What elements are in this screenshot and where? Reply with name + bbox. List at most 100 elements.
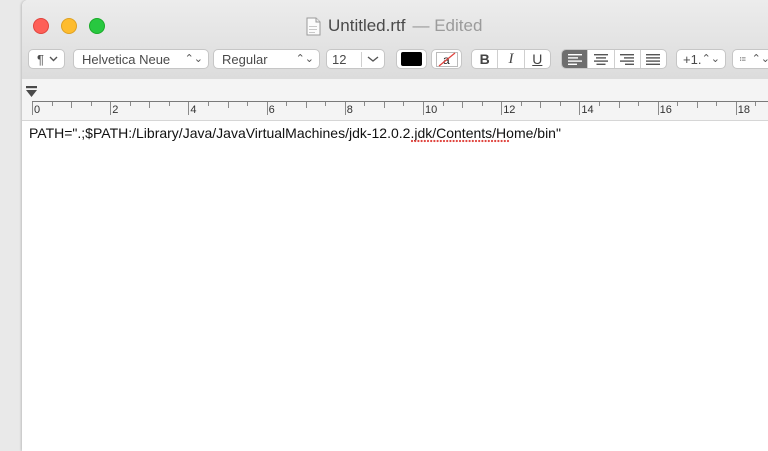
font-size-combobox[interactable]: 12 [326,49,385,69]
updown-chevron-icon: ⌃⌄ [701,52,720,65]
ruler-tick [598,102,600,106]
spelling-dot [449,139,452,143]
ruler-tick [325,102,327,106]
align-justify-button[interactable] [641,50,666,68]
spelling-dot [423,139,426,143]
close-button[interactable] [33,18,49,34]
align-center-button[interactable] [588,50,615,68]
line-spacing-label: +1... [683,51,702,67]
spelling-dot [439,139,442,143]
paragraph-style-popup[interactable]: ¶ [28,49,65,69]
ruler-tick [755,102,757,106]
ruler[interactable]: 0 2 4 6 8 10 12 14 16 18 [22,79,768,121]
titlebar-toolbar: Untitled.rtf — Edited ¶ Helvetica Neue ⌃… [22,0,768,79]
ruler-tick [207,102,209,106]
spelling-dot [478,139,481,143]
list-bullets-icon [740,56,746,62]
ruler-tick [149,102,151,108]
alignment-buttons [561,49,667,69]
spelling-dot [474,139,478,143]
text-style-buttons: B I U [471,49,551,69]
font-typeface-popup[interactable]: Regular ⌃⌄ [213,49,320,69]
spelling-dot [500,139,503,143]
ruler-tick [716,102,718,106]
spelling-dot [417,139,420,143]
textedit-window: Untitled.rtf — Edited ¶ Helvetica Neue ⌃… [22,0,768,451]
spelling-dot [455,139,458,143]
spelling-dot [503,139,506,143]
no-background-color-icon: a [435,51,458,67]
indent-marker-icon[interactable] [25,85,39,99]
italic-button[interactable]: I [498,50,525,68]
bold-button[interactable]: B [472,50,499,68]
ruler-label: 0 [34,104,41,116]
ruler-label: 16 [659,104,672,116]
spelling-dot [487,139,490,143]
spelling-dot [442,139,446,143]
ruler-tick [442,102,444,106]
spelling-dot [484,139,487,143]
spelling-dot [446,139,449,143]
ruler-label: 4 [190,104,197,116]
updown-chevron-icon: ⌃⌄ [295,52,314,65]
line-spacing-popup[interactable]: +1... ⌃⌄ [676,49,726,69]
spelling-dot [452,139,455,143]
spelling-dot [458,139,462,143]
ruler-tick [129,102,131,106]
ruler-tick [696,102,698,108]
ruler-tick [266,102,268,115]
ruler-label: 18 [737,104,751,116]
font-family-label: Helvetica Neue [82,51,171,67]
spelling-dot [490,139,494,143]
ruler-tick [344,102,346,115]
ruler-tick [364,102,366,106]
ruler-label: 8 [346,104,353,116]
font-size-value: 12 [327,51,362,67]
spelling-dot [414,139,417,143]
document-area[interactable]: PATH=".;$PATH:/Library/Java/JavaVirtualM… [22,121,768,451]
ruler-tick [423,102,424,115]
spelling-dot [465,139,468,143]
ruler-tick [286,102,288,106]
spelling-underline [411,139,510,143]
updown-chevron-icon: ⌃⌄ [184,52,203,65]
ruler-tick [227,102,229,108]
document-icon [306,17,321,35]
ruler-label: 10 [425,104,438,116]
ruler-tick [71,102,73,108]
spelling-dot [420,139,423,143]
ruler-tick [247,102,249,106]
window-title-filename: Untitled.rtf [328,16,406,35]
text-color-swatch [401,52,422,66]
updown-chevron-icon: ⌃⌄ [751,52,768,65]
align-center-icon [593,53,608,65]
minimize-button[interactable] [61,18,77,34]
maximize-button[interactable] [89,18,105,34]
spelling-dot [433,139,436,143]
list-style-popup[interactable]: ⌃⌄ [732,49,768,69]
ruler-tick [501,102,503,115]
align-left-button[interactable] [562,50,589,68]
font-family-popup[interactable]: Helvetica Neue ⌃⌄ [73,49,209,69]
ruler-tick [383,102,385,108]
chevron-down-icon [367,56,379,62]
chevron-down-icon [49,56,58,62]
align-right-button[interactable] [615,50,641,68]
window-title-status: — Edited [412,16,483,35]
text-color-well[interactable] [396,49,427,69]
ruler-tick [32,102,33,115]
ruler-tick [90,102,92,106]
pilcrow-icon: ¶ [37,51,44,67]
ruler-tick [188,102,190,115]
background-color-well[interactable]: a [431,49,462,69]
font-typeface-label: Regular [222,51,268,67]
spelling-dot [497,139,500,143]
ruler-label: 2 [112,104,119,116]
spelling-dot [426,139,430,143]
ruler-tick [657,102,659,115]
spelling-dot [430,139,433,143]
ruler-tick [520,102,522,106]
ruler-tick [51,102,53,106]
spelling-dot [506,139,510,143]
underline-button[interactable]: U [525,50,550,68]
